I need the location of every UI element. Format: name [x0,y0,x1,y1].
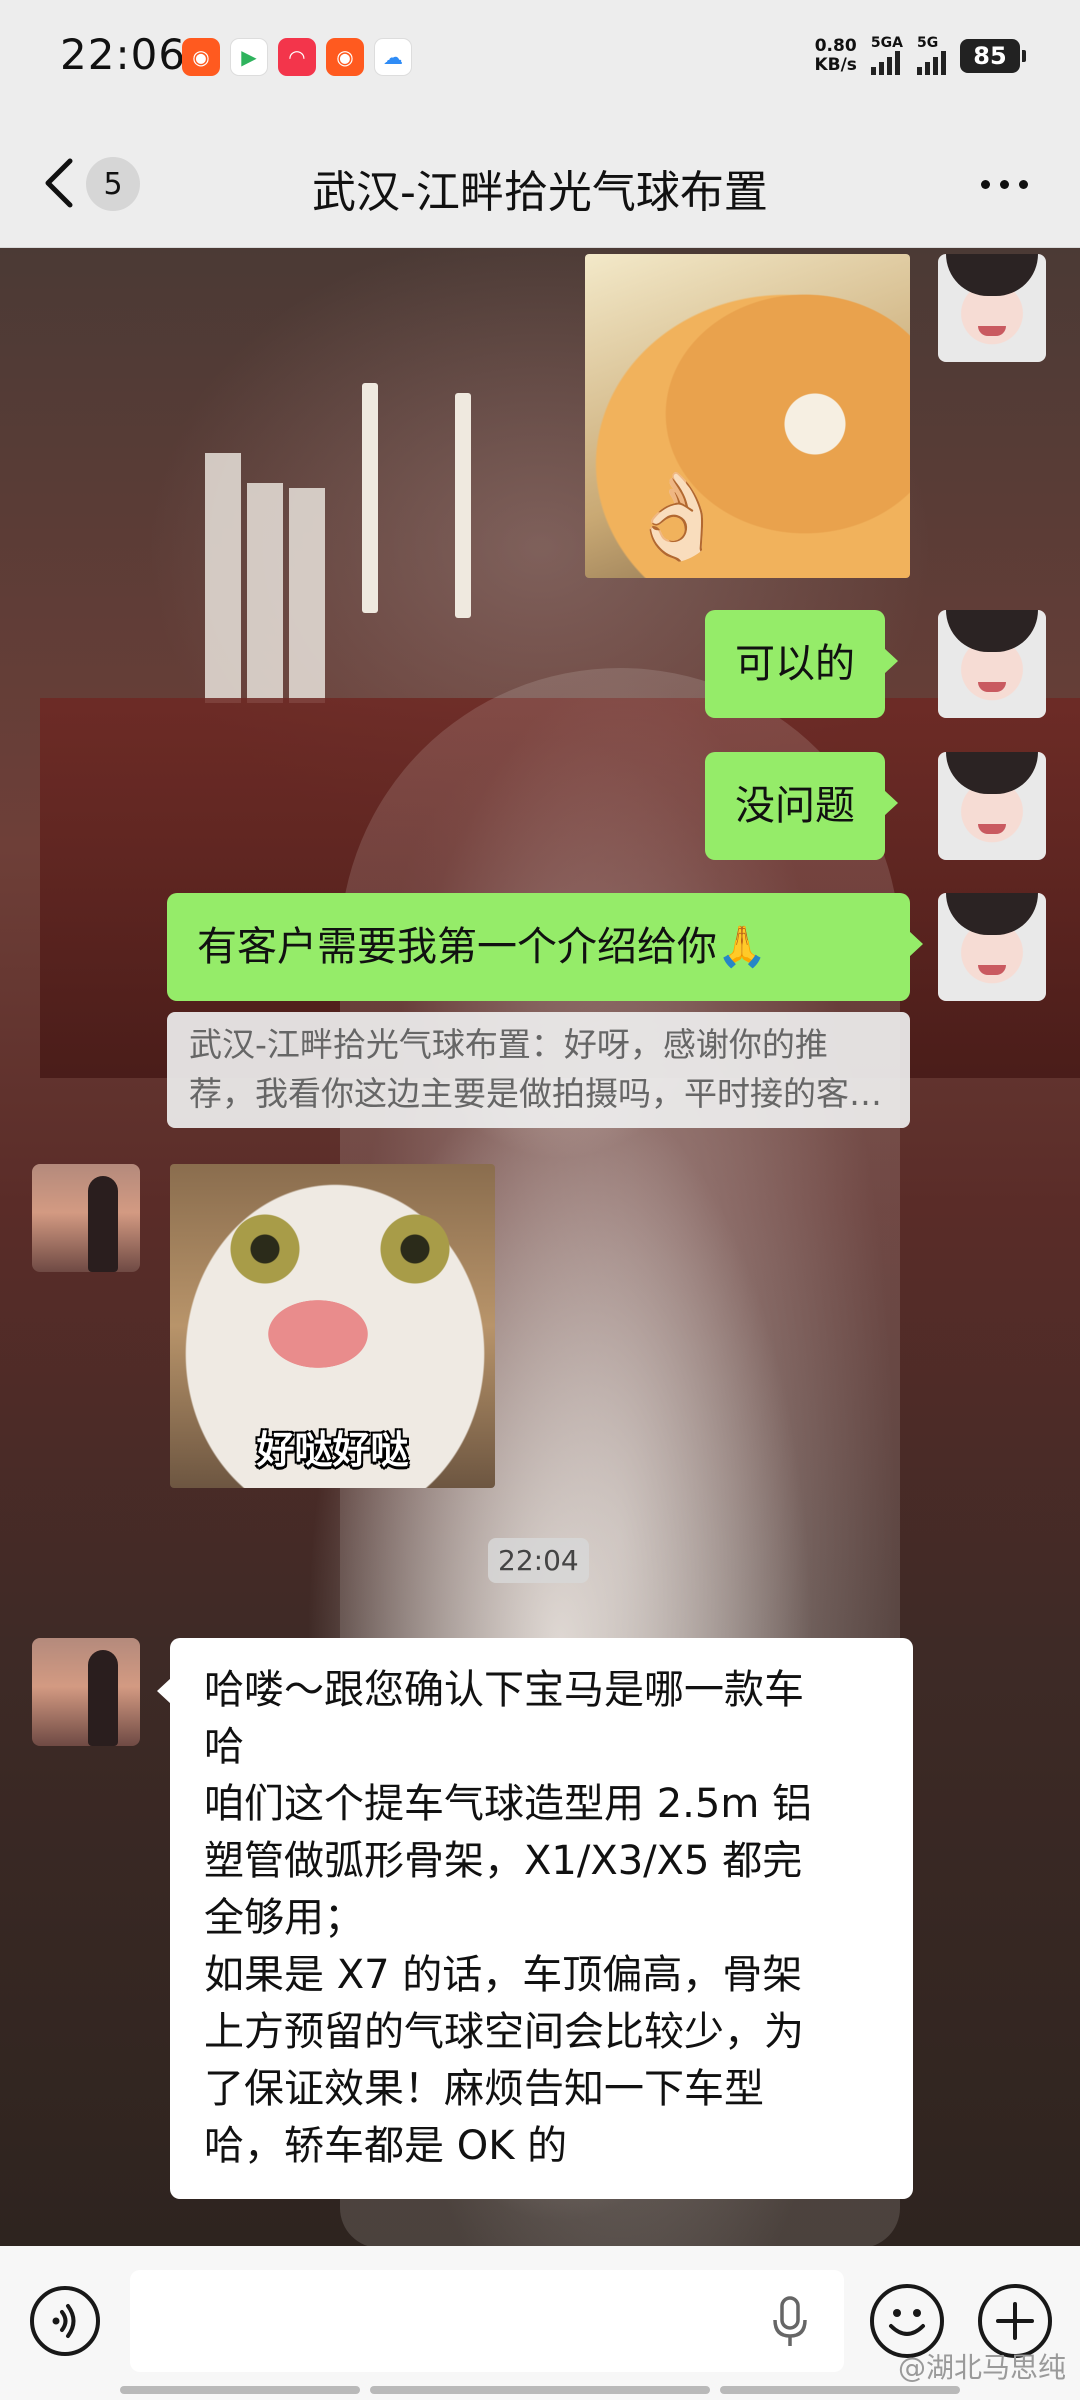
quoted-message-text: 武汉-江畔拾光气球布置：好呀，感谢你的推荐，我看你这边主要是做拍摄吗，平时接的客… [189,1025,882,1113]
sent-message-bubble[interactable]: 有客户需要我第一个介绍给你🙏 [167,893,923,1001]
message-text: 可以的 [735,640,855,687]
network-speed-unit: KB/s [814,54,857,75]
chat-title: 武汉-江畔拾光气球布置 [312,167,768,218]
signal-bars-icon [870,51,900,75]
sticker-caption: 好哒好哒 [256,1428,409,1472]
network-speed-value: 0.80 [814,35,857,56]
microphone-icon[interactable] [770,2296,810,2348]
ok-hand-icon: 👌🏻 [625,467,730,565]
input-bar: @湖北马思纯 [0,2246,1080,2400]
message-line: 哈，轿车都是 OK 的 [204,2123,568,2169]
more-options-icon[interactable] [981,170,1028,199]
message-input[interactable] [130,2270,844,2372]
message-line: 哈 [204,1724,244,1770]
message-timestamp: 22:04 [488,1538,589,1583]
plus-icon [996,2302,1034,2340]
red-app-icon: ◠ [278,38,316,76]
voice-icon [52,2304,76,2338]
sent-message-bubble[interactable]: 没问题 [705,752,898,860]
signal-5g: 5G [917,36,946,75]
background-candle [455,393,471,618]
status-right: 0.80 KB/s 5GA 5G 85 [814,35,1026,75]
message-line: 咱们这个提车气球造型用 2.5m 铝 [204,1781,813,1827]
home-indicator[interactable] [720,2386,960,2394]
message-line: 哈喽～跟您确认下宝马是哪一款车 [204,1667,804,1713]
status-app-icons: ◉ ▶ ◠ ◉ ☁ [182,38,412,76]
chat-message-list[interactable]: 👌🏻 可以的 没问题 有客户需要我第一个介绍给你🙏 武汉-江畔拾光气球布置：好呀… [0,248,1080,2246]
my-avatar[interactable] [938,893,1046,1001]
signal-5ga-label: 5GA [870,35,903,51]
message-text: 没问题 [735,782,855,829]
message-line: 塑管做弧形骨架，X1/X3/X5 都完 [204,1838,803,1884]
sent-message-bubble[interactable]: 可以的 [705,610,898,718]
my-avatar[interactable] [938,254,1046,362]
sticker-image[interactable]: 👌🏻 [585,254,910,578]
cloud-app-icon: ☁ [374,38,412,76]
network-speed: 0.80 KB/s [814,35,857,75]
watermark: @湖北马思纯 [897,2351,1066,2384]
message-line: 了保证效果！麻烦告知一下车型 [204,2066,764,2112]
home-indicator[interactable] [120,2386,360,2394]
received-message-bubble[interactable]: 哈喽～跟您确认下宝马是哪一款车 哈 咱们这个提车气球造型用 2.5m 铝 塑管做… [157,1638,913,2199]
message-line: 全够用； [204,1895,364,1941]
kuaishou-icon: ◉ [326,38,364,76]
contact-avatar[interactable] [32,1164,140,1272]
message-line: 如果是 X7 的话，车顶偏高，骨架 [204,1952,803,1998]
signal-bars-icon [917,51,946,75]
home-indicator[interactable] [370,2386,710,2394]
contact-avatar[interactable] [32,1638,140,1746]
voice-input-button[interactable] [30,2286,100,2356]
background-books [205,453,325,703]
message-text: 有客户需要我第一个介绍给你🙏 [197,923,767,970]
chat-header: 5 武汉-江畔拾光气球布置 [0,118,1080,248]
my-avatar[interactable] [938,752,1046,860]
smiley-icon [889,2309,925,2336]
status-time: 22:06 [60,30,187,79]
battery-icon: 85 [960,38,1026,73]
my-avatar[interactable] [938,610,1046,718]
play-store-icon: ▶ [230,38,268,76]
background-candle [362,383,378,613]
quoted-message[interactable]: 武汉-江畔拾光气球布置：好呀，感谢你的推荐，我看你这边主要是做拍摄吗，平时接的客… [167,1012,910,1128]
message-line: 上方预留的气球空间会比较少，为 [204,2009,804,2055]
signal-5ga: 5GA [870,35,903,75]
kuaishou-icon: ◉ [182,38,220,76]
status-bar: 22:06 ◉ ▶ ◠ ◉ ☁ 0.80 KB/s 5GA 5G 85 [0,0,1080,118]
sticker-image[interactable]: 好哒好哒 [170,1164,495,1488]
signal-5g-label: 5G [917,35,939,51]
